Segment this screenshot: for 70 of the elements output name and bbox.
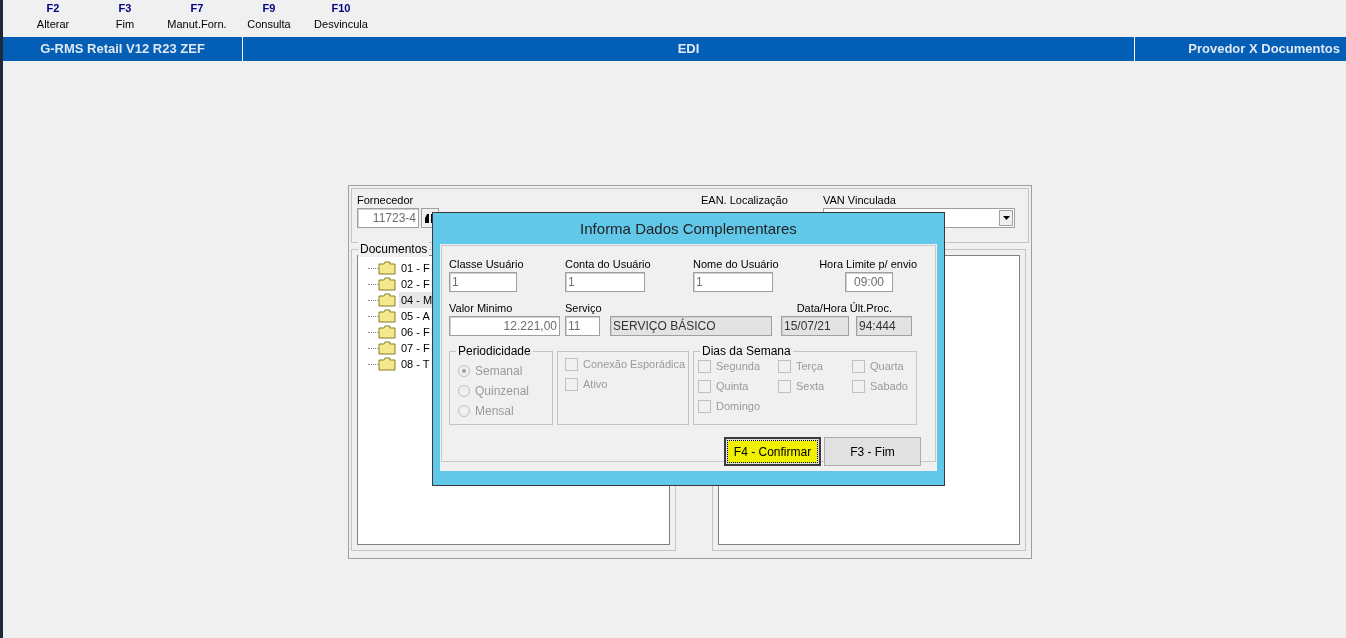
checkbox[interactable] — [565, 357, 578, 371]
field-label: Serviço — [565, 301, 603, 316]
input-field[interactable]: 1 — [449, 272, 517, 292]
field-label: Conta do Usuário — [565, 257, 652, 272]
function-key-button[interactable]: F9 Consulta — [233, 0, 305, 36]
dialog-button[interactable]: F4 - Confirmar — [724, 437, 821, 466]
field-label: Fornecedor — [357, 193, 415, 208]
checkbox[interactable] — [698, 359, 711, 373]
input-field[interactable]: 11 — [565, 316, 600, 336]
dialog-button[interactable]: F3 - Fim — [824, 437, 921, 466]
tree-item[interactable]: 01 - F — [399, 259, 432, 277]
checkbox[interactable] — [698, 379, 711, 393]
field-label: Classe Usuário — [449, 257, 525, 272]
folder-icon — [378, 277, 396, 291]
checkbox[interactable] — [852, 359, 865, 373]
function-key-button[interactable]: F3 Fim — [89, 0, 161, 36]
function-key-button[interactable]: F2 Alterar — [17, 0, 89, 36]
tree-item[interactable]: 05 - A — [399, 307, 432, 325]
input-field[interactable]: 12.221,00 — [449, 316, 560, 336]
input-field[interactable]: 09:00 — [845, 272, 893, 292]
group-label: Documentos — [358, 241, 430, 257]
checkbox-label: Sabado — [870, 378, 908, 394]
input-field[interactable]: 1 — [693, 272, 773, 292]
checkbox[interactable] — [778, 379, 791, 393]
tree-item[interactable]: 04 - M — [399, 291, 435, 309]
field-label: Valor Minimo — [449, 301, 514, 316]
folder-icon — [378, 325, 396, 339]
radio-label: Mensal — [475, 403, 514, 420]
dialog-title: Informa Dados Complementares — [579, 219, 798, 239]
field-label: EAN. Localização — [701, 193, 789, 208]
checkbox-label: Sexta — [796, 378, 825, 394]
checkbox[interactable] — [698, 399, 711, 413]
radio-button[interactable] — [458, 365, 470, 377]
checkbox-label: Terça — [796, 358, 823, 374]
screen-title: Provedor X Documentos — [1187, 40, 1341, 58]
function-key-button[interactable]: F10 Desvincula — [305, 0, 377, 36]
radio-label: Quinzenal — [475, 383, 530, 400]
checkbox[interactable] — [778, 359, 791, 373]
tree-item[interactable]: 07 - F — [399, 339, 432, 357]
input-field[interactable]: 15/07/21 — [781, 316, 849, 336]
folder-icon — [378, 309, 396, 323]
field-label: Nome do Usuário — [693, 257, 780, 272]
tree-item[interactable]: 06 - F — [399, 323, 432, 341]
radio-button[interactable] — [458, 385, 470, 397]
folder-icon — [378, 341, 396, 355]
field-label: Data/Hora Últ.Proc. — [796, 301, 893, 316]
field-label: Hora Limite p/ envio — [819, 257, 917, 272]
system-title: G-RMS Retail V12 R23 ZEF — [3, 37, 243, 61]
tree-item[interactable]: 02 - F — [399, 275, 432, 293]
module-title: EDI — [243, 37, 1135, 61]
checkbox[interactable] — [565, 377, 578, 391]
checkbox-label: Domingo — [716, 398, 761, 414]
checkbox-label: Conexão Esporádica — [583, 356, 686, 372]
radio-label: Semanal — [475, 363, 523, 380]
checkbox-label: Quinta — [716, 378, 749, 394]
input-field[interactable]: 1 — [565, 272, 645, 292]
field-label: VAN Vinculada — [823, 193, 897, 208]
radio-button[interactable] — [458, 405, 470, 417]
input-field[interactable]: 94:444 — [856, 316, 912, 336]
checkbox[interactable] — [852, 379, 865, 393]
folder-icon — [378, 293, 396, 307]
input-field[interactable]: 11723-4 — [357, 208, 419, 228]
checkbox-label: Ativo — [583, 376, 608, 392]
checkbox-label: Quarta — [870, 358, 904, 374]
function-key-button[interactable]: F7 Manut.Forn. — [161, 0, 233, 36]
input-field[interactable]: SERVIÇO BÁSICO — [610, 316, 772, 336]
folder-icon — [378, 357, 396, 371]
folder-icon — [378, 261, 396, 275]
checkbox-label: Segunda — [716, 358, 761, 374]
tree-item[interactable]: 08 - T — [399, 355, 432, 373]
